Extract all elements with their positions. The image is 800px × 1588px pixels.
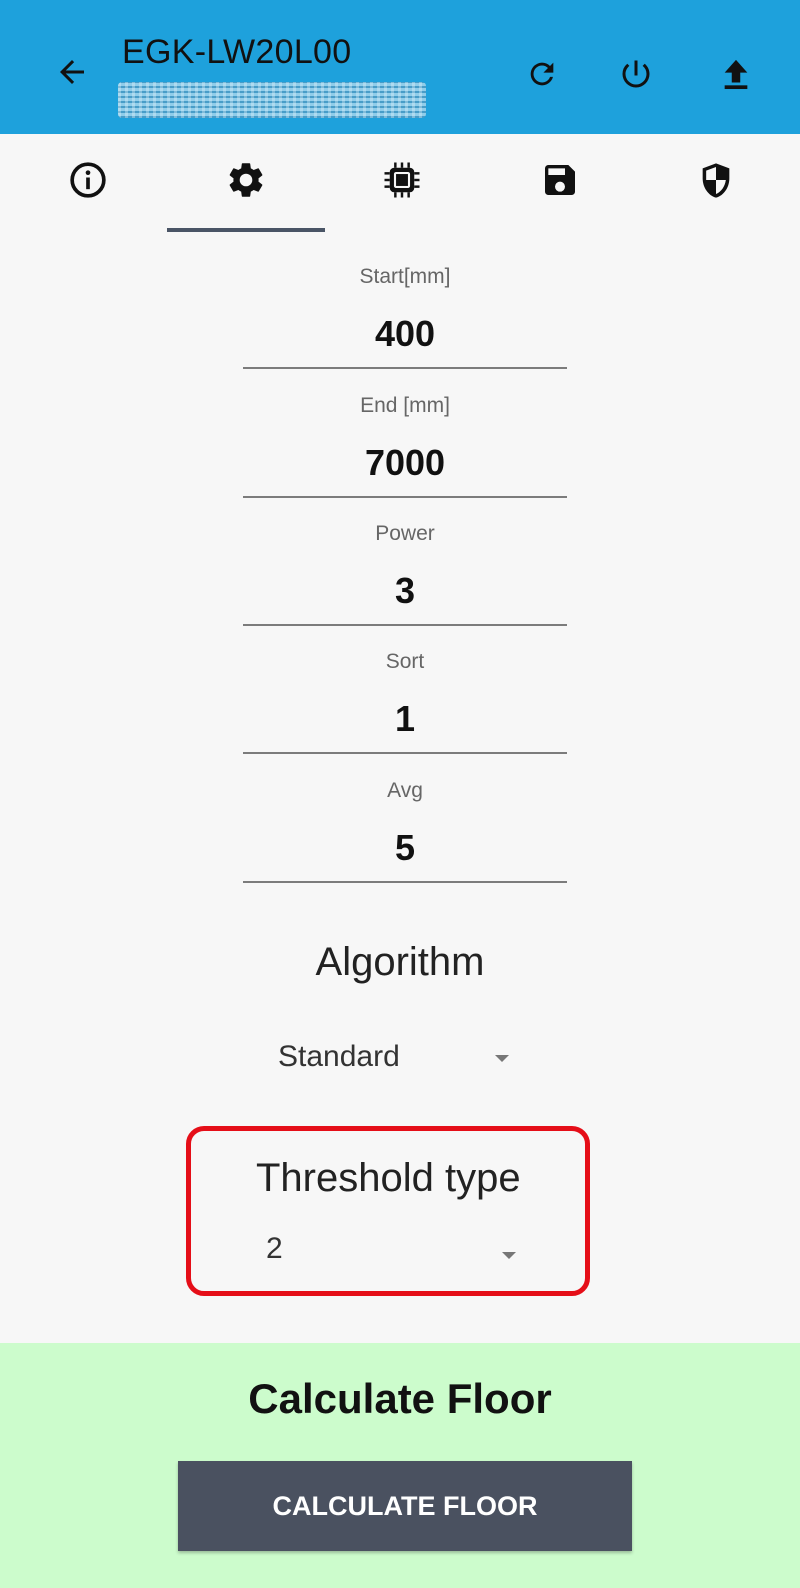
- power-field[interactable]: Power 3: [243, 522, 567, 650]
- calculate-floor-button[interactable]: CALCULATE FLOOR: [178, 1461, 632, 1551]
- start-input[interactable]: 400: [243, 313, 567, 355]
- refresh-button[interactable]: [520, 52, 564, 96]
- tab-info[interactable]: [58, 150, 118, 210]
- back-button[interactable]: [50, 50, 94, 94]
- refresh-icon: [530, 62, 554, 86]
- arrow-left-icon: [60, 60, 84, 84]
- end-label: End [mm]: [360, 394, 450, 417]
- avg-field[interactable]: Avg 5: [243, 779, 567, 907]
- device-title: EGK-LW20L00: [122, 33, 352, 71]
- tab-bar: [0, 134, 800, 234]
- algorithm-selected: Standard: [278, 1040, 400, 1073]
- chevron-down-icon: [495, 1055, 509, 1062]
- tab-security[interactable]: [686, 150, 746, 210]
- shield-icon: [702, 163, 730, 198]
- upload-button[interactable]: [714, 52, 758, 96]
- tab-settings[interactable]: [216, 150, 276, 210]
- tab-hardware[interactable]: [372, 150, 432, 210]
- field-underline: [243, 496, 567, 498]
- upload-icon: [724, 59, 748, 90]
- save-icon: [545, 165, 575, 195]
- algorithm-dropdown[interactable]: Standard: [270, 1030, 530, 1086]
- end-input[interactable]: 7000: [243, 442, 567, 484]
- sort-label: Sort: [385, 650, 425, 673]
- tab-indicator: [167, 228, 325, 232]
- start-field[interactable]: Start[mm] 400: [243, 265, 567, 393]
- end-field[interactable]: End [mm] 7000: [243, 394, 567, 522]
- field-underline: [243, 367, 567, 369]
- power-label: Power: [375, 522, 435, 545]
- algorithm-title: Algorithm: [315, 940, 485, 984]
- chevron-down-icon: [502, 1252, 516, 1259]
- threshold-selected: 2: [266, 1232, 283, 1265]
- sort-field[interactable]: Sort 1: [243, 650, 567, 778]
- avg-label: Avg: [387, 779, 423, 802]
- calculate-heading: Calculate Floor: [248, 1375, 552, 1422]
- threshold-dropdown[interactable]: 2: [260, 1226, 540, 1282]
- sort-input[interactable]: 1: [243, 698, 567, 740]
- gear-icon: [229, 163, 263, 197]
- field-underline: [243, 881, 567, 883]
- device-subtitle: [118, 82, 426, 118]
- field-underline: [243, 624, 567, 626]
- calculate-panel: Calculate Floor CALCULATE FLOOR: [0, 1343, 800, 1588]
- field-underline: [243, 752, 567, 754]
- app-bar: EGK-LW20L00: [0, 0, 800, 134]
- tab-save[interactable]: [530, 150, 590, 210]
- power-input[interactable]: 3: [243, 570, 567, 612]
- info-icon: [70, 162, 106, 198]
- avg-input[interactable]: 5: [243, 827, 567, 869]
- chip-icon: [384, 162, 420, 198]
- power-button[interactable]: [614, 52, 658, 96]
- power-icon: [622, 60, 650, 88]
- threshold-title: Threshold type: [256, 1156, 521, 1200]
- start-label: Start[mm]: [359, 265, 451, 288]
